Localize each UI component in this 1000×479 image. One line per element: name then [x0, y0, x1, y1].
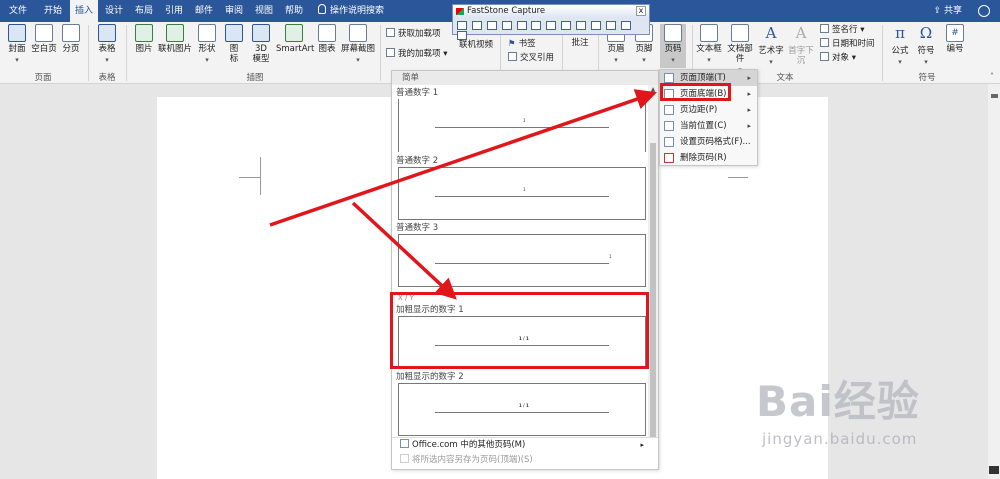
arrow-to-gallery-item — [351, 201, 457, 300]
baidu-jingyan-watermark: Bai经验 jingyan.baidu.com — [756, 360, 996, 470]
watermark-url: jingyan.baidu.com — [762, 430, 918, 448]
arrow-to-menu-item — [269, 89, 657, 227]
watermark-brand: Bai经验 — [756, 377, 920, 426]
